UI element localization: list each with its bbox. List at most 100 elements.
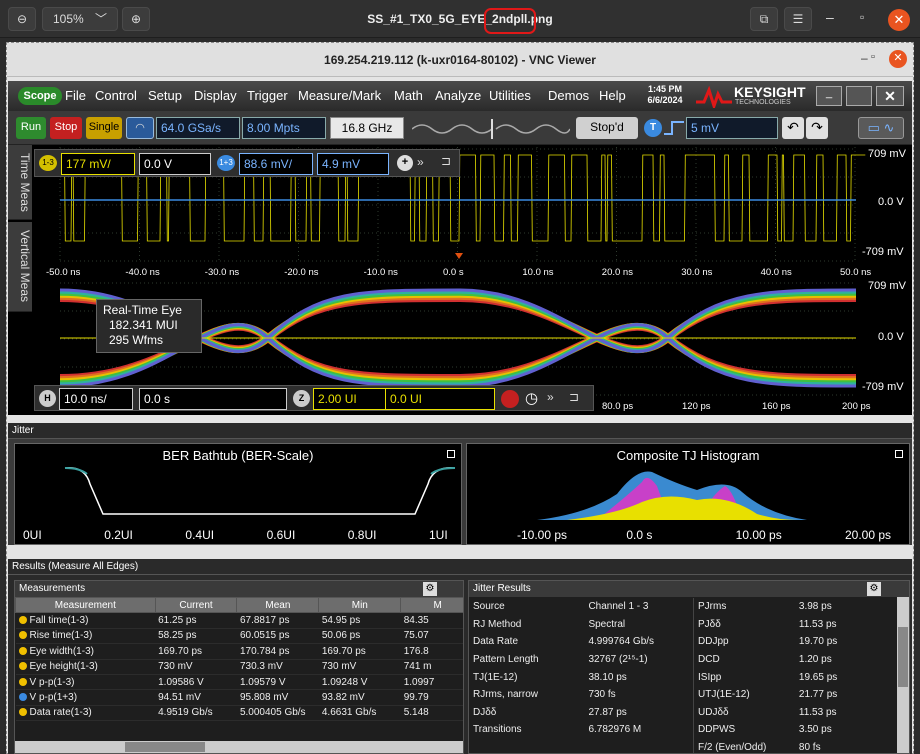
minimize-icon[interactable]: –: [826, 9, 834, 25]
vnc-maximize-icon[interactable]: ▫: [871, 51, 889, 63]
channel-bar: 1-3 177 mV/ 0.0 V 1+3 88.6 mV/ 4.9 mV + …: [34, 149, 460, 177]
app-close-icon[interactable]: ✕: [876, 86, 904, 106]
zoom-badge[interactable]: Z: [293, 390, 310, 407]
col-measurement[interactable]: Measurement: [15, 596, 156, 614]
zoom-dropdown[interactable]: 105% ﹀: [42, 7, 118, 31]
scope-logo[interactable]: Scope: [18, 87, 62, 105]
vscroll-thumb[interactable]: [898, 627, 908, 687]
table-row[interactable]: V p-p(1+3) 94.51 mV 95.808 mV 93.82 mV 99.79: [15, 689, 463, 706]
image-viewer-titlebar: ⊖ 105% ﹀ ⊕ SS_#1_TX0_5G_EYE_2ndpll.png ⧉…: [0, 0, 920, 38]
maximize-icon[interactable]: ▫: [860, 10, 864, 24]
channel-a-badge[interactable]: 1-3: [39, 155, 57, 171]
jitter-row: Source Channel 1 - 3: [469, 598, 691, 616]
vertical-scrollbar[interactable]: [897, 597, 909, 753]
channel-a-offset[interactable]: 0.0 V: [139, 153, 211, 175]
table-cell: Eye width(1-3): [15, 643, 156, 660]
channel-a-scale[interactable]: 177 mV/: [61, 153, 135, 175]
menu-file[interactable]: File: [65, 88, 86, 103]
tab-time-meas[interactable]: Time Meas: [8, 145, 32, 220]
table-row[interactable]: Fall time(1-3) 61.25 ps 67.8817 ps 54.95 ps…: [15, 612, 463, 629]
jitter-row: Transitions 6.782976 M: [469, 721, 691, 739]
file-title: SS_#1_TX0_5G_EYE_2ndpll.png: [367, 12, 553, 26]
menu-setup[interactable]: Setup: [148, 88, 182, 103]
scrollbar-thumb[interactable]: [125, 742, 205, 752]
table-row[interactable]: Eye height(1-3) 730 mV 730.3 mV 730 mV 741 m: [15, 659, 463, 675]
bandwidth-field[interactable]: 16.8 GHz: [330, 117, 404, 139]
table-row[interactable]: Eye width(1-3) 169.70 ps 170.784 ps 169.70 …: [15, 643, 463, 660]
clock-icon[interactable]: ◷: [525, 389, 538, 407]
sample-rate-field[interactable]: 64.0 GSa/s: [156, 117, 240, 139]
menu-trigger[interactable]: Trigger: [247, 88, 288, 103]
eye-info-box: Real-Time Eye 182.341 MUI 295 Wfms: [96, 299, 202, 353]
autoscale-icon[interactable]: ◠: [126, 117, 154, 139]
col-max[interactable]: M: [400, 596, 463, 614]
zoom-in-icon[interactable]: ⊕: [122, 7, 150, 31]
channel-b-offset[interactable]: 4.9 mV: [317, 153, 389, 175]
menu-help[interactable]: Help: [599, 88, 626, 103]
ui-position-field[interactable]: 0.0 UI: [385, 388, 495, 410]
add-channel-icon[interactable]: +: [397, 155, 413, 171]
jitter-row: Data Rate 4.999764 Gb/s: [469, 633, 691, 651]
single-button[interactable]: Single: [86, 117, 122, 139]
table-row[interactable]: V p-p(1-3) 1.09586 V 1.09579 V 1.09248 V 1.0…: [15, 674, 463, 691]
jitter-row: Pattern Length 32767 (2¹⁵-1): [469, 651, 691, 669]
dock-icon[interactable]: ⊐: [441, 154, 451, 168]
table-cell: 84.35: [400, 612, 463, 629]
horizontal-scrollbar[interactable]: [15, 741, 463, 753]
menu-control[interactable]: Control: [95, 88, 137, 103]
menu-utilities[interactable]: Utilities: [489, 88, 531, 103]
channel-b-badge[interactable]: 1+3: [217, 155, 235, 171]
table-cell: 176.8: [400, 643, 463, 660]
channel-b-scale[interactable]: 88.6 mV/: [239, 153, 313, 175]
tab-vertical-meas[interactable]: Vertical Meas: [8, 222, 32, 312]
col-current[interactable]: Current: [154, 596, 238, 614]
memory-depth-field[interactable]: 8.00 Mpts: [242, 117, 326, 139]
series-dot-icon: [18, 662, 27, 671]
menu-math[interactable]: Math: [394, 88, 423, 103]
rising-edge-icon[interactable]: [664, 119, 684, 137]
trigger-badge[interactable]: T: [644, 119, 662, 137]
vnc-close-icon[interactable]: ✕: [889, 50, 907, 68]
menu-demos[interactable]: Demos: [548, 88, 589, 103]
histogram-chart: Composite TJ Histogram -10.00 ps 0.0 s 10.…: [466, 443, 910, 545]
clock-date: 6/6/2024: [647, 95, 683, 105]
window-mode-icon[interactable]: ⧉: [750, 7, 778, 31]
table-cell: 67.8817 ps: [236, 612, 319, 629]
timebase-expand-icon[interactable]: »: [547, 390, 554, 404]
vnc-minimize-icon[interactable]: –: [861, 51, 868, 65]
stop-button[interactable]: Stop: [50, 117, 82, 139]
app-minimize-icon[interactable]: _: [816, 86, 842, 106]
table-row[interactable]: Data rate(1-3) 4.9519 Gb/s 5.000405 Gb/s 4.…: [15, 705, 463, 722]
horizontal-badge[interactable]: H: [39, 390, 56, 407]
jitter-key: DCD: [698, 654, 720, 666]
zoom-out-icon[interactable]: ⊖: [8, 7, 36, 31]
menu-display[interactable]: Display: [194, 88, 237, 103]
hamburger-menu-icon[interactable]: ☰: [784, 7, 812, 31]
undo-icon[interactable]: ↶: [782, 117, 804, 139]
expand-chevron-icon[interactable]: »: [417, 155, 424, 169]
timebase-delay[interactable]: 0.0 s: [139, 388, 287, 410]
col-mean[interactable]: Mean: [236, 596, 320, 614]
redo-icon[interactable]: ↷: [806, 117, 828, 139]
run-button[interactable]: Run: [16, 117, 46, 139]
settings-gear-icon[interactable]: ⚙: [423, 582, 437, 596]
trigger-level-field[interactable]: 5 mV: [686, 117, 778, 139]
col-min[interactable]: Min: [318, 596, 402, 614]
menu-measure-mark[interactable]: Measure/Mark: [298, 88, 381, 103]
app-restore-icon[interactable]: [846, 86, 872, 106]
touch-toggle-icon[interactable]: ▭ ∿: [858, 117, 904, 139]
table-cell: 4.6631 Gb/s: [318, 705, 401, 722]
jitter-row: UTJ(1E-12) 21.77 ps: [694, 686, 889, 704]
timebase-dock-icon[interactable]: ⊐: [569, 390, 579, 404]
wave-x-tick: 20.0 ns: [601, 267, 633, 278]
jitter-value: 21.77 ps: [798, 689, 838, 701]
timebase-scale[interactable]: 10.0 ns/: [59, 388, 133, 410]
table-row[interactable]: Rise time(1-3) 58.25 ps 60.0515 ps 50.06 ps…: [15, 628, 463, 645]
menu-analyze[interactable]: Analyze: [435, 88, 481, 103]
jitter-settings-gear-icon[interactable]: ⚙: [867, 582, 881, 596]
close-icon[interactable]: ✕: [888, 9, 910, 31]
record-icon[interactable]: [501, 390, 519, 408]
bathtub-x-tick: 0.4UI: [185, 528, 215, 542]
ui-scale-field[interactable]: 2.00 UI: [313, 388, 387, 410]
measurements-pane: Measurements ⚙ Measurement Current Mean …: [14, 580, 464, 754]
